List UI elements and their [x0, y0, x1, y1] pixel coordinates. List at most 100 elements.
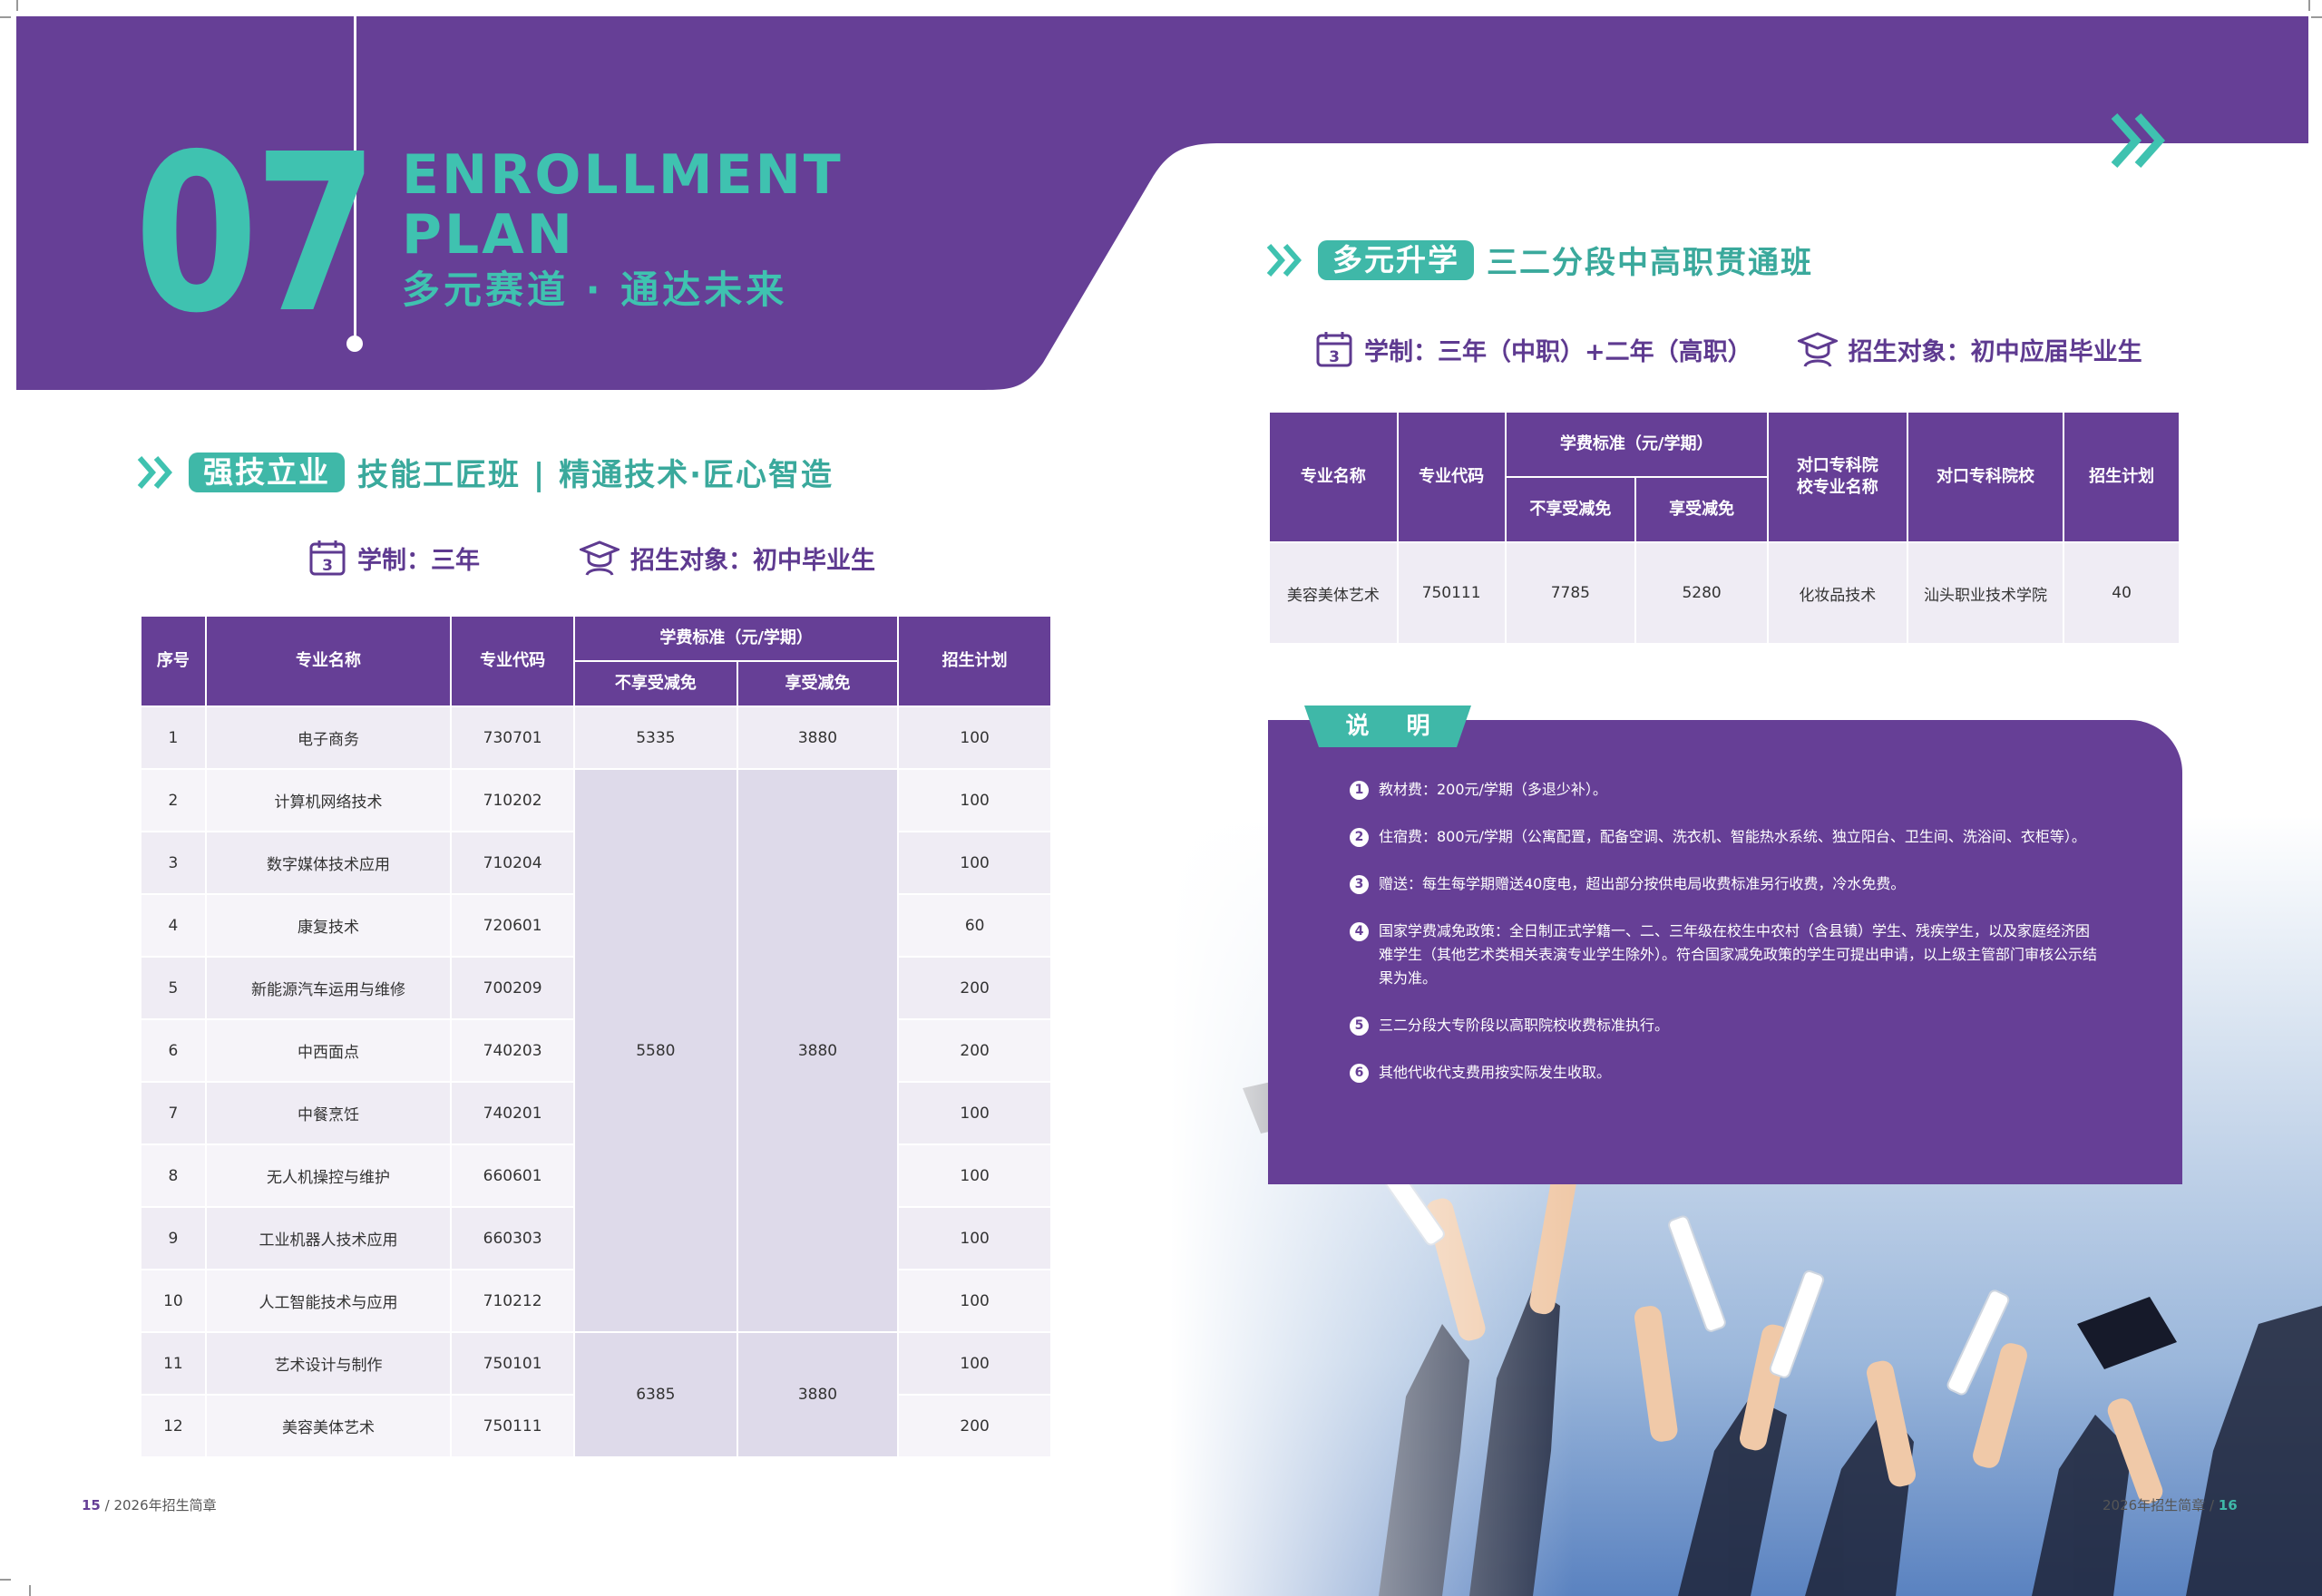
cell-plan: 200	[897, 1018, 1052, 1083]
section1-title: 技能工匠班 | 精通技术·匠心智造	[357, 457, 834, 493]
cell-code: 750111	[1396, 541, 1507, 645]
double-chevron-icon	[2111, 113, 2166, 168]
footer-right: 2026年招生简章 / 16	[2102, 1495, 2238, 1514]
note-number: 6	[1350, 1064, 1369, 1083]
cell-no: 7	[140, 1081, 207, 1145]
note-text: 赠送：每生每学期赠送40度电，超出部分按供电局收费标准另行收费，冷水免费。	[1379, 875, 1906, 892]
page-number-right: 16	[2218, 1497, 2238, 1513]
cell-major: 艺术设计与制作	[204, 1331, 453, 1396]
header-college: 对口专科院校	[1906, 411, 2065, 543]
cell-major: 新能源汽车运用与维修	[204, 956, 453, 1020]
table-row: 1 电子商务 730701 5335 3880 100	[140, 706, 1052, 770]
header-major: 专业名称	[204, 615, 453, 707]
cell-no: 10	[140, 1269, 207, 1333]
cell-major: 中餐烹饪	[204, 1081, 453, 1145]
cell-college: 汕头职业技术学院	[1906, 541, 2065, 645]
table-row: 2 计算机网络技术 710202 5580 3880 100	[140, 768, 1052, 1333]
cell-code: 710202	[450, 768, 576, 832]
cell-plan: 40	[2063, 541, 2181, 645]
svg-text:3: 3	[1329, 348, 1340, 366]
cell-major: 人工智能技术与应用	[204, 1269, 453, 1333]
note-number: 3	[1350, 875, 1369, 894]
cell-code: 710204	[450, 831, 576, 895]
cell-plan: 100	[897, 831, 1052, 895]
crop-mark	[16, 0, 18, 11]
cell-plan: 100	[897, 1269, 1052, 1333]
through-class-table: 专业名称 专业代码 学费标准（元/学期） 对口专科院校专业名称 对口专科院校 招…	[1268, 411, 2181, 645]
header-college-major: 对口专科院校专业名称	[1766, 411, 1908, 543]
note-item: 3 赠送：每生每学期赠送40度电，超出部分按供电局收费标准另行收费，冷水免费。	[1350, 872, 2102, 896]
crop-mark	[0, 1579, 11, 1581]
cell-fee-discount: 3880	[736, 768, 900, 1333]
notes-list: 1 教材费：200元/学期（多退少补）。 2 住宿费：800元/学期（公寓配置，配备…	[1350, 778, 2102, 1108]
cell-plan: 100	[897, 1143, 1052, 1208]
cell-plan: 200	[897, 956, 1052, 1020]
cell-no: 2	[140, 768, 207, 832]
cell-code: 720601	[450, 893, 576, 958]
crop-mark	[0, 16, 11, 18]
note-item: 4 国家学费减免政策：全日制正式学籍一、二、三年级在校生中农村（含县镇）学生、残疾…	[1350, 920, 2102, 990]
section2-heading: 多元升学 三二分段中高职贯通班	[1265, 238, 1813, 282]
note-text: 国家学费减免政策：全日制正式学籍一、二、三年级在校生中农村（含县镇）学生、残疾学…	[1379, 922, 2098, 987]
section2-info: 3 学制：三年（中职）+二年（高职） 招生对象：初中应届毕业生	[1315, 330, 2142, 368]
section1-info: 3 学制：三年 招生对象：初中毕业生	[308, 539, 875, 577]
cell-no: 9	[140, 1206, 207, 1270]
chinese-slogan: 多元赛道 · 通达未来	[402, 268, 788, 312]
cell-no: 3	[140, 831, 207, 895]
cell-fee-discount: 5280	[1634, 541, 1769, 645]
cell-plan: 60	[897, 893, 1052, 958]
section1-pill: 强技立业	[189, 452, 345, 492]
cell-major: 中西面点	[204, 1018, 453, 1083]
cell-major: 电子商务	[204, 706, 453, 770]
header-plan: 招生计划	[897, 615, 1052, 707]
header-major: 专业名称	[1268, 411, 1399, 543]
cell-code: 660601	[450, 1143, 576, 1208]
section2-target: 招生对象：初中应届毕业生	[1848, 337, 2142, 366]
graduate-icon	[580, 540, 620, 576]
cell-no: 4	[140, 893, 207, 958]
cell-plan: 200	[897, 1394, 1052, 1458]
double-chevron-icon	[1266, 243, 1302, 277]
header-plan: 招生计划	[2063, 411, 2181, 543]
note-item: 2 住宿费：800元/学期（公寓配置，配备空调、洗衣机、智能热水系统、独立阳台、卫…	[1350, 825, 2102, 849]
table-row: 美容美体艺术 750111 7785 5280 化妆品技术 汕头职业技术学院 4…	[1268, 541, 2181, 645]
cell-plan: 100	[897, 706, 1052, 770]
cell-no: 12	[140, 1394, 207, 1458]
crop-mark	[2308, 0, 2310, 11]
note-item: 1 教材费：200元/学期（多退少补）。	[1350, 778, 2102, 802]
cell-no: 5	[140, 956, 207, 1020]
cell-no: 8	[140, 1143, 207, 1208]
svg-text:3: 3	[322, 557, 333, 575]
cell-no: 11	[140, 1331, 207, 1396]
note-text: 教材费：200元/学期（多退少补）。	[1379, 781, 1607, 798]
header-fee-discount: 享受减免	[1634, 476, 1769, 543]
header-fee-no-discount: 不享受减免	[573, 660, 738, 707]
note-item: 5 三二分段大专阶段以高职院校收费标准执行。	[1350, 1014, 2102, 1037]
crop-mark	[2311, 16, 2322, 18]
header-fee-discount: 享受减免	[736, 660, 900, 707]
cell-no: 6	[140, 1018, 207, 1083]
section2-duration: 学制：三年（中职）+二年（高职）	[1364, 337, 1752, 366]
table-row: 11 艺术设计与制作 750101 6385 3880 100	[140, 1331, 1052, 1458]
section-number: 07	[134, 107, 378, 361]
footer-left-text: / 2026年招生简章	[100, 1497, 217, 1513]
header-fee-group: 学费标准（元/学期）	[573, 615, 900, 662]
note-number: 4	[1350, 922, 1369, 941]
cell-plan: 100	[897, 1331, 1052, 1396]
cell-no: 1	[140, 706, 207, 770]
cell-code: 710212	[450, 1269, 576, 1333]
notes-title: 说 明	[1345, 713, 1445, 740]
cell-code: 750111	[450, 1394, 576, 1458]
section2-pill: 多元升学	[1318, 239, 1474, 280]
header-no: 序号	[140, 615, 207, 707]
header-code: 专业代码	[450, 615, 576, 707]
note-text: 其他代收代支费用按实际发生收取。	[1379, 1064, 1612, 1081]
cell-code: 730701	[450, 706, 576, 770]
page-number-left: 15	[82, 1497, 101, 1513]
cell-fee-no-discount: 7785	[1504, 541, 1637, 645]
crop-mark	[29, 1585, 31, 1596]
double-chevron-icon	[137, 455, 172, 489]
cell-fee-discount: 3880	[736, 1331, 900, 1458]
cell-code: 750101	[450, 1331, 576, 1396]
section1-target: 招生对象：初中毕业生	[630, 546, 875, 575]
